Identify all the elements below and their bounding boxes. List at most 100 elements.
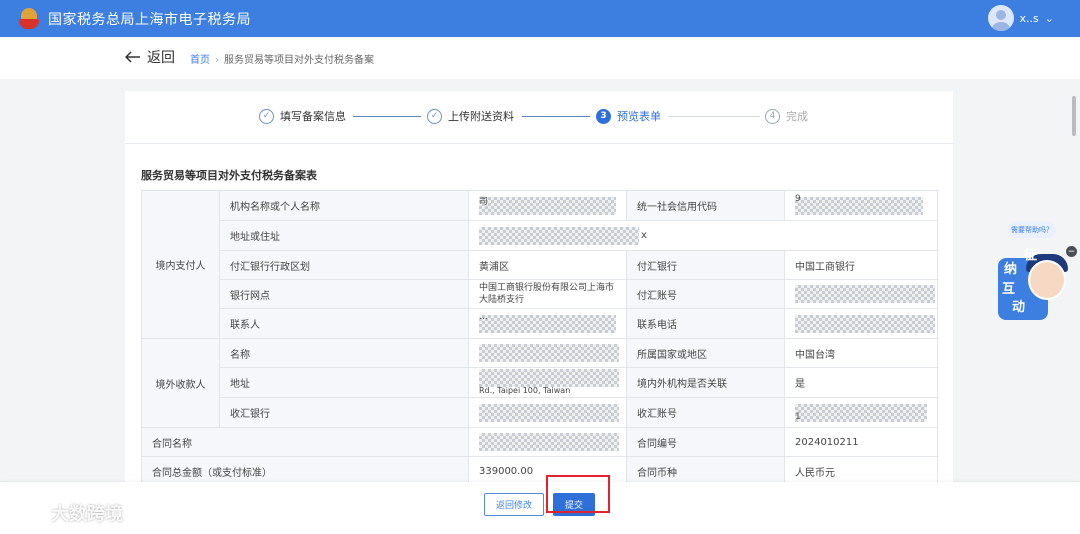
- return-modify-button[interactable]: 返回修改: [484, 493, 544, 516]
- breadcrumb-home-link[interactable]: 首页: [190, 55, 210, 66]
- redacted-block: [795, 314, 935, 333]
- check-circle-icon: ✓: [427, 108, 442, 124]
- value-text: 9: [795, 194, 801, 204]
- mascot-char: 动: [1012, 300, 1026, 315]
- redacted-block: [479, 344, 619, 362]
- value-bank-region: 黄浦区: [468, 250, 627, 280]
- watermark: 大数跨境: [6, 500, 123, 526]
- value-related: 是: [784, 367, 938, 398]
- value-pay-bank: 中国工商银行: [784, 250, 938, 280]
- label-payee-address: 地址: [219, 367, 469, 398]
- table-row: 地址或住址 x: [142, 220, 938, 251]
- action-bar: 返回修改 提交: [0, 482, 1080, 534]
- label-related: 境内外机构是否关联: [626, 367, 785, 398]
- step-preview: 3 预览表单: [596, 108, 661, 124]
- redacted-block: [795, 285, 935, 303]
- label-recv-account: 收汇账号: [626, 397, 785, 428]
- label-org-name: 机构名称或个人名称: [219, 190, 469, 221]
- value-contract-no: 2024010211: [784, 427, 938, 457]
- label-bank-branch: 银行网点: [219, 279, 469, 309]
- step-label: 完成: [786, 110, 808, 123]
- top-header: 国家税务总局上海市电子税务局 x..s ⌄: [0, 0, 1080, 37]
- label-contract-name: 合同名称: [141, 427, 469, 457]
- scrollbar-thumb[interactable]: [1072, 96, 1076, 136]
- step-label: 预览表单: [617, 110, 661, 123]
- redacted-block: [479, 314, 616, 333]
- redacted-block: [795, 403, 927, 422]
- progress-steps: ✓ 填写备案信息 ✓ 上传附送资料 3 预览表单 4 完成: [125, 91, 953, 143]
- value-text: Rd., Taipei 100, Taiwan: [479, 386, 571, 395]
- value-bank-branch: 中国工商银行股份有限公司上海市大陆桥支行: [468, 279, 627, 309]
- value-address: x: [468, 220, 938, 251]
- label-pay-bank: 付汇银行: [626, 250, 785, 280]
- user-menu[interactable]: x..s ⌄: [987, 5, 1054, 31]
- category-foreign-payee: 境外收款人: [141, 338, 220, 428]
- mascot-char: 纳: [1004, 262, 1018, 277]
- redacted-block: [479, 196, 616, 215]
- arrow-left-icon[interactable]: [125, 51, 141, 63]
- label-recv-bank: 收汇银行: [219, 397, 469, 428]
- table-row: 付汇银行行政区划 黄浦区 付汇银行 中国工商银行: [142, 250, 938, 280]
- redacted-block: [479, 403, 619, 422]
- user-name[interactable]: x..s: [1020, 12, 1039, 25]
- value-credit-code: 9: [784, 190, 938, 221]
- step-number-icon: 4: [765, 108, 780, 124]
- label-address: 地址或住址: [219, 220, 469, 251]
- step-number-icon: 3: [596, 108, 611, 124]
- value-text: 司: [479, 197, 489, 207]
- breadcrumb-separator: ›: [215, 55, 219, 66]
- mascot-char: 征: [1024, 248, 1038, 263]
- label-bank-region: 付汇银行行政区划: [219, 250, 469, 280]
- breadcrumb-current: 服务贸易等项目对外支付税务备案: [224, 55, 374, 66]
- table-row: 合同名称 合同编号 2024010211: [141, 427, 938, 457]
- redacted-block: [479, 226, 639, 245]
- chevron-down-icon[interactable]: ⌄: [1045, 12, 1054, 25]
- value-pay-account: [784, 279, 938, 309]
- table-row: 收汇银行 收汇账号 1: [142, 397, 938, 428]
- breadcrumb: 首页 › 服务贸易等项目对外支付税务备案: [190, 51, 374, 66]
- step-label: 上传附送资料: [448, 110, 514, 123]
- table-row: 地址 Rd., Taipei 100, Taiwan 境内外机构是否关联 是: [142, 367, 938, 398]
- watermark-text: 大数跨境: [51, 504, 123, 525]
- help-tip[interactable]: 需要帮助吗？: [1008, 222, 1056, 238]
- value-text: x: [641, 230, 647, 241]
- form-card: ✓ 填写备案信息 ✓ 上传附送资料 3 预览表单 4 完成 服务贸易等项目对外支…: [125, 91, 953, 491]
- back-label[interactable]: 返回: [147, 47, 175, 67]
- watermark-logo-icon: [6, 503, 46, 523]
- step-complete: 4 完成: [765, 108, 808, 124]
- assistant-mascot-icon[interactable]: 征 纳 互 动: [998, 244, 1070, 324]
- label-contact: 联系人: [219, 308, 469, 339]
- step-connector: [668, 116, 760, 117]
- value-recv-bank: [468, 397, 627, 428]
- value-org-name: 司: [468, 190, 627, 221]
- value-contract-name: [468, 427, 627, 457]
- mascot-char: 互: [1002, 282, 1016, 297]
- label-payee-name: 名称: [219, 338, 469, 368]
- back-button[interactable]: 返回: [125, 47, 175, 67]
- value-text: 1: [795, 412, 801, 422]
- label-pay-account: 付汇账号: [626, 279, 785, 309]
- divider: [125, 143, 953, 144]
- table-row: 境外收款人 名称 所属国家或地区 中国台湾: [141, 338, 938, 428]
- label-credit-code: 统一社会信用代码: [626, 190, 785, 221]
- step-upload: ✓ 上传附送资料: [427, 108, 514, 124]
- value-payee-region: 中国台湾: [784, 338, 938, 368]
- preview-table: 境内支付人 机构名称或个人名称 司 统一社会信用代码 9 地址或住址 x 付汇银…: [141, 190, 938, 486]
- highlight-box: [546, 475, 610, 513]
- avatar-icon[interactable]: [987, 5, 1014, 31]
- category-domestic-payer: 境内支付人: [141, 190, 220, 339]
- step-label: 填写备案信息: [280, 110, 346, 123]
- table-row: 银行网点 中国工商银行股份有限公司上海市大陆桥支行 付汇账号: [142, 279, 938, 309]
- label-payee-region: 所属国家或地区: [626, 338, 785, 368]
- step-fill-info: ✓ 填写备案信息: [259, 108, 346, 124]
- value-recv-account: 1: [784, 397, 938, 428]
- table-row: 联系人 … 联系电话: [142, 308, 938, 339]
- table-row: 境内支付人 机构名称或个人名称 司 统一社会信用代码 9: [141, 190, 938, 339]
- value-payee-name: [468, 338, 627, 368]
- value-payee-address: Rd., Taipei 100, Taiwan: [468, 367, 627, 398]
- breadcrumb-bar: 返回 首页 › 服务贸易等项目对外支付税务备案: [0, 37, 1080, 79]
- form-title: 服务贸易等项目对外支付税务备案表: [141, 169, 317, 182]
- step-connector: [353, 116, 421, 117]
- close-icon[interactable]: −: [1066, 246, 1077, 257]
- value-phone: [784, 308, 938, 339]
